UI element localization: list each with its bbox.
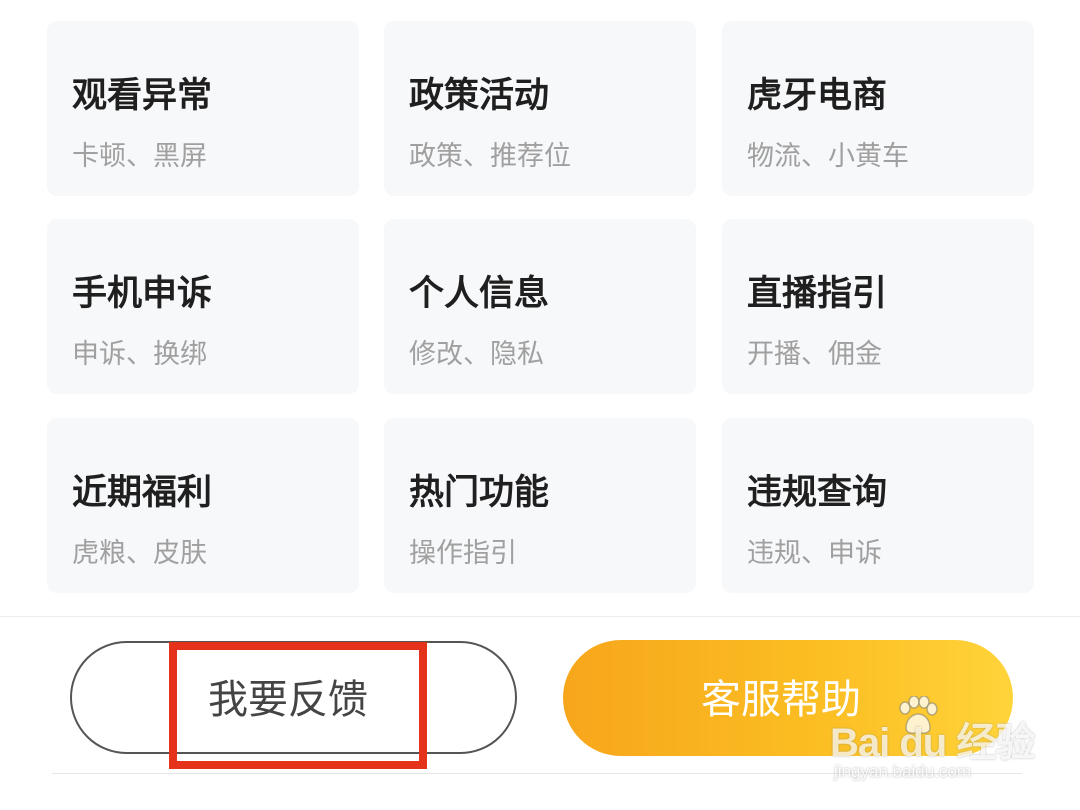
category-subtitle: 开播、佣金 [747, 339, 882, 370]
category-card-streaming-guide[interactable]: 直播指引 开播、佣金 [722, 219, 1034, 394]
category-card-viewing-issues[interactable]: 观看异常 卡顿、黑屏 [47, 21, 359, 196]
category-card-popular-features[interactable]: 热门功能 操作指引 [384, 418, 696, 593]
category-title: 政策活动 [409, 76, 550, 116]
category-subtitle: 违规、申诉 [747, 538, 882, 569]
category-card-violation-lookup[interactable]: 违规查询 违规、申诉 [722, 418, 1034, 593]
category-subtitle: 操作指引 [409, 538, 517, 569]
category-card-policy-events[interactable]: 政策活动 政策、推荐位 [384, 21, 696, 196]
category-title: 近期福利 [72, 473, 213, 513]
category-title: 违规查询 [747, 473, 888, 513]
category-title: 虎牙电商 [747, 76, 888, 116]
category-title: 热门功能 [409, 473, 550, 513]
category-title: 个人信息 [409, 274, 550, 314]
category-subtitle: 虎粮、皮肤 [72, 538, 207, 569]
watermark-logo-text: Bai du 经验 [830, 721, 1035, 765]
divider [0, 616, 1080, 617]
category-card-phone-appeal[interactable]: 手机申诉 申诉、换绑 [47, 219, 359, 394]
watermark-url: jingyan.baidu.com [834, 762, 972, 781]
category-subtitle: 申诉、换绑 [72, 339, 207, 370]
category-subtitle: 物流、小黄车 [747, 141, 909, 172]
help-center-page: 观看异常 卡顿、黑屏 政策活动 政策、推荐位 虎牙电商 物流、小黄车 手机申诉 … [0, 0, 1080, 810]
category-grid: 观看异常 卡顿、黑屏 政策活动 政策、推荐位 虎牙电商 物流、小黄车 手机申诉 … [0, 0, 1080, 600]
category-card-ecommerce[interactable]: 虎牙电商 物流、小黄车 [722, 21, 1034, 196]
category-subtitle: 卡顿、黑屏 [72, 141, 207, 172]
category-card-personal-info[interactable]: 个人信息 修改、隐私 [384, 219, 696, 394]
category-title: 手机申诉 [72, 274, 213, 314]
category-subtitle: 修改、隐私 [409, 339, 544, 370]
category-subtitle: 政策、推荐位 [409, 141, 571, 172]
category-card-recent-perks[interactable]: 近期福利 虎粮、皮肤 [47, 418, 359, 593]
category-title: 观看异常 [72, 76, 213, 116]
annotation-highlight-box [169, 642, 427, 769]
category-title: 直播指引 [747, 274, 888, 314]
baidu-jingyan-watermark: Bai du 经验 jingyan.baidu.com [830, 690, 1035, 790]
